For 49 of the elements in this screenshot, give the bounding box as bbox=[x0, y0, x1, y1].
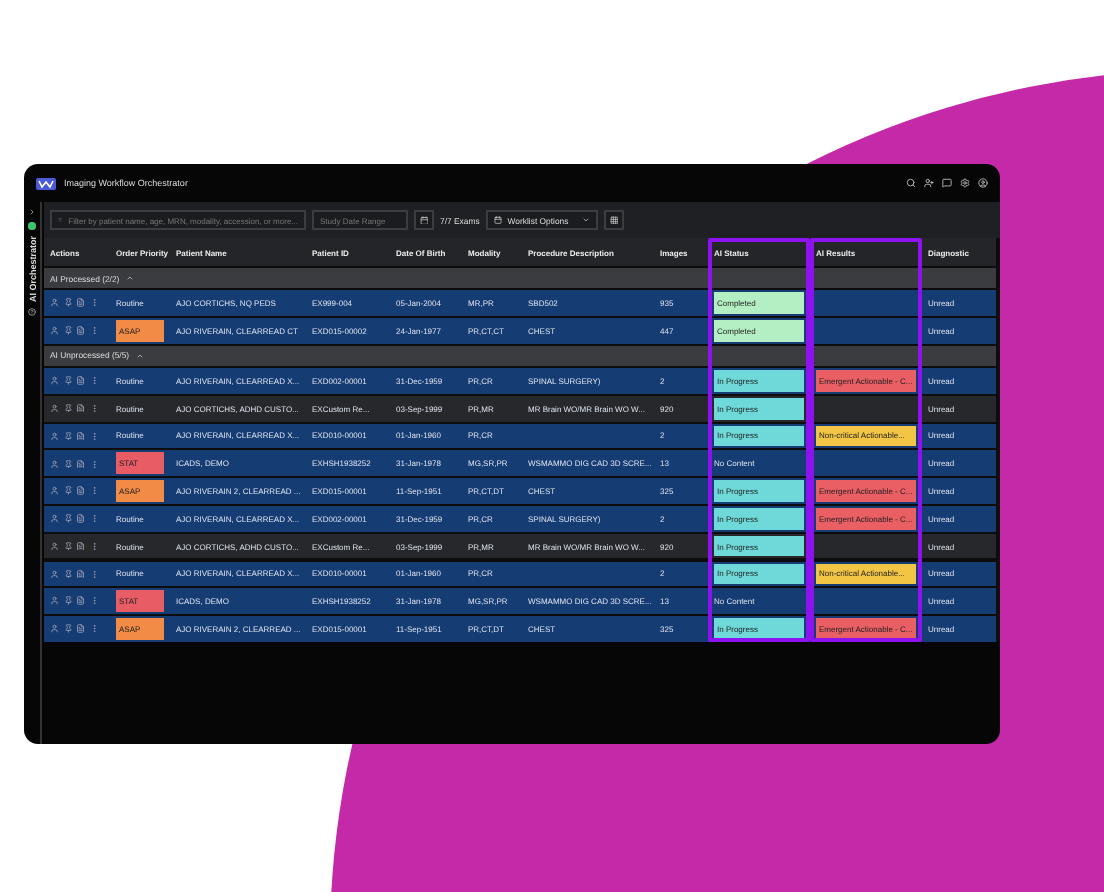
add-user-icon[interactable] bbox=[924, 178, 934, 188]
document-icon[interactable] bbox=[76, 326, 85, 336]
user-icon[interactable] bbox=[978, 178, 988, 188]
help-icon[interactable] bbox=[28, 307, 36, 316]
pin-icon[interactable] bbox=[63, 624, 72, 634]
person-icon[interactable] bbox=[50, 541, 59, 551]
pin-icon[interactable] bbox=[63, 541, 72, 551]
person-icon[interactable] bbox=[50, 298, 59, 308]
document-icon[interactable] bbox=[76, 569, 85, 579]
settings-icon[interactable] bbox=[960, 178, 970, 188]
document-icon[interactable] bbox=[76, 541, 85, 551]
pin-icon[interactable] bbox=[63, 514, 72, 524]
pin-icon[interactable] bbox=[63, 326, 72, 336]
pin-icon[interactable] bbox=[63, 403, 72, 413]
person-icon[interactable] bbox=[50, 376, 59, 386]
pin-icon[interactable] bbox=[63, 569, 72, 579]
document-icon[interactable] bbox=[76, 431, 85, 441]
document-icon[interactable] bbox=[76, 596, 85, 606]
document-icon[interactable] bbox=[76, 624, 85, 634]
pin-icon[interactable] bbox=[63, 596, 72, 606]
person-icon[interactable] bbox=[50, 514, 59, 524]
document-icon[interactable] bbox=[76, 514, 85, 524]
status-dot bbox=[28, 222, 36, 229]
person-icon[interactable] bbox=[50, 403, 59, 413]
logo-icon bbox=[36, 177, 56, 189]
chat-icon[interactable] bbox=[942, 178, 952, 188]
document-icon[interactable] bbox=[76, 376, 85, 386]
document-icon[interactable] bbox=[76, 486, 85, 496]
person-icon[interactable] bbox=[50, 596, 59, 606]
document-icon[interactable] bbox=[76, 459, 85, 469]
grid-icon bbox=[609, 215, 619, 225]
pin-icon[interactable] bbox=[63, 486, 72, 496]
search-icon[interactable] bbox=[906, 178, 916, 188]
person-icon[interactable] bbox=[50, 624, 59, 634]
person-icon[interactable] bbox=[50, 569, 59, 579]
person-icon[interactable] bbox=[50, 486, 59, 496]
calendar-icon bbox=[493, 216, 502, 224]
pin-icon[interactable] bbox=[63, 431, 72, 441]
grid-button[interactable] bbox=[603, 210, 624, 230]
document-icon[interactable] bbox=[76, 403, 85, 413]
pin-icon[interactable] bbox=[63, 376, 72, 386]
person-icon[interactable] bbox=[50, 431, 59, 441]
pin-icon[interactable] bbox=[63, 459, 72, 469]
pin-icon[interactable] bbox=[63, 298, 72, 308]
calendar-button[interactable] bbox=[414, 210, 434, 230]
calendar-icon bbox=[419, 215, 429, 225]
document-icon[interactable] bbox=[76, 298, 85, 308]
person-icon[interactable] bbox=[50, 326, 59, 336]
person-icon[interactable] bbox=[50, 459, 59, 469]
